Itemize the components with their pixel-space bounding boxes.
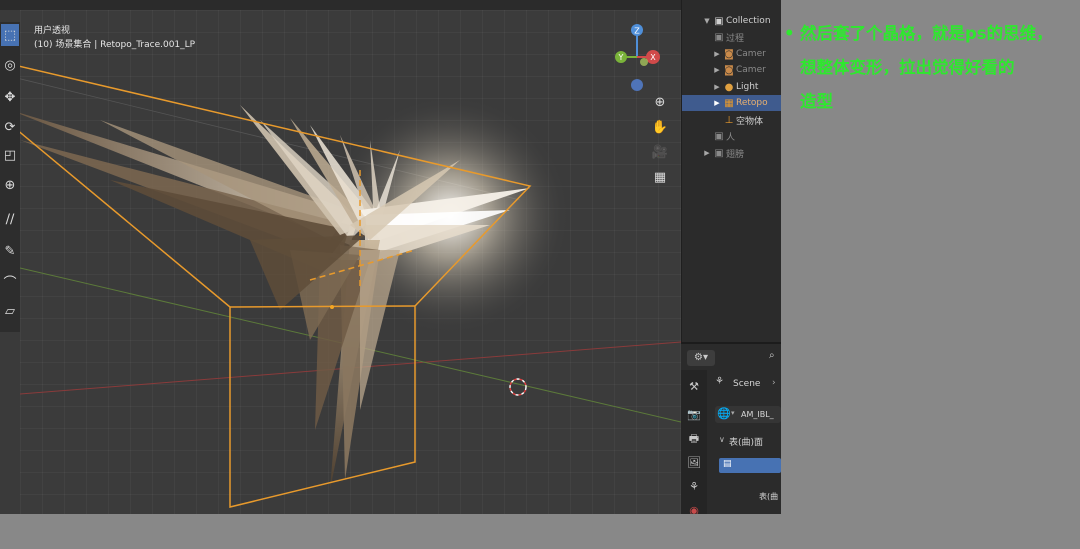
view-name: 用户透视 bbox=[34, 26, 71, 36]
expand-chevron-icon[interactable]: ▼ bbox=[702, 17, 712, 25]
outliner-item-label: 翅膀 bbox=[726, 149, 745, 160]
outliner-panel: ▼ ▣ Collection ▣ 过程 ▶ ◙ Camer ▶ ◙ Camer ▶ ● … bbox=[681, 0, 781, 342]
world-globe-icon: 🌐 bbox=[717, 407, 731, 420]
y-axis-label: Y bbox=[618, 53, 624, 62]
outliner-item-label: Camer bbox=[736, 65, 766, 75]
collection-icon: ▣ bbox=[714, 31, 724, 43]
collection-icon: ▣ bbox=[714, 130, 724, 142]
context-line: (10) 场景集合 | Retopo_Trace.001_LP bbox=[34, 40, 196, 50]
annotate-tool-icon[interactable]: ∕∕ bbox=[1, 208, 19, 230]
search-icon[interactable]: ⌕ bbox=[769, 350, 775, 361]
outliner-item-label: Collection bbox=[726, 16, 771, 26]
outliner-item-empty[interactable]: ⊥ 空物体 bbox=[682, 112, 781, 128]
collection-icon: ▣ bbox=[714, 147, 724, 159]
surface-field-label: 表(曲 bbox=[759, 492, 779, 501]
surface-node-field[interactable]: ▤ bbox=[719, 458, 781, 473]
zoom-icon[interactable]: ⊕ bbox=[651, 94, 669, 112]
outliner-item-collection[interactable]: ▼ ▣ Collection bbox=[682, 13, 781, 29]
world-selector[interactable]: 🌐 ▾ AM_IBL_ bbox=[715, 406, 781, 423]
viewport-scene: Z X Y bbox=[20, 24, 681, 508]
x-axis-label: X bbox=[650, 53, 656, 62]
collapse-chevron-icon[interactable]: ▶ bbox=[712, 83, 722, 91]
curve-tool-icon[interactable]: ⌒ bbox=[1, 270, 19, 292]
measure-tool-icon[interactable]: ✎ bbox=[1, 240, 19, 262]
dropdown-chevron-icon: ▾ bbox=[731, 409, 735, 417]
outliner-item-label: Camer bbox=[736, 49, 766, 59]
camera-object-icon: ◙ bbox=[724, 48, 734, 60]
panel-expand-chevron-icon[interactable]: ∨ bbox=[719, 435, 725, 444]
outliner-item-label: 空物体 bbox=[736, 116, 764, 127]
viewport-info: 用户透视 (10) 场景集合 | Retopo_Trace.001_LP bbox=[34, 24, 195, 52]
outliner-item-person[interactable]: ▣ 人 bbox=[682, 128, 781, 144]
camera-icon[interactable]: 🎥 bbox=[651, 144, 669, 162]
world-name: AM_IBL_ bbox=[741, 410, 774, 419]
move-tool-icon[interactable]: ✥ bbox=[1, 86, 19, 108]
hand-pan-icon[interactable]: ✋ bbox=[651, 119, 669, 137]
caption-line-1: 然后套了个晶格，就是ps的思维， bbox=[800, 24, 1053, 43]
properties-panel: ⚙▾ ⌕ ⚒ 📷 🖶 🖼 ⚘ ◉ ⚘ Scene › 🌐 ▾ AM_IBL_ ∨… bbox=[681, 342, 781, 514]
render-icon[interactable]: 📷 bbox=[685, 406, 703, 424]
scene-icon[interactable]: ⚘ bbox=[685, 478, 703, 496]
empty-axes-icon: ⊥ bbox=[724, 114, 734, 126]
scene-breadcrumb: Scene bbox=[733, 379, 761, 389]
cursor-tool-icon[interactable]: ◎ bbox=[1, 54, 19, 76]
3d-viewport[interactable]: Z X Y 用户透视 (10) 场景集合 | Retopo_Trace.001_… bbox=[20, 10, 681, 514]
output-icon[interactable]: 🖶 bbox=[685, 430, 703, 448]
outliner-item-wings[interactable]: ▶ ▣ 翅膀 bbox=[682, 145, 781, 161]
tool-settings-icon[interactable]: ⚒ bbox=[685, 378, 703, 396]
caption-line-3: 造型 bbox=[800, 92, 833, 111]
outliner-item-camera-1[interactable]: ▶ ◙ Camer bbox=[682, 46, 781, 62]
collapse-chevron-icon[interactable]: ▶ bbox=[712, 50, 722, 58]
collapse-chevron-icon[interactable]: ▶ bbox=[702, 149, 712, 157]
caption-line-2: 想整体变形，拉出觉得好看的 bbox=[800, 58, 1015, 77]
outliner-item-label: 人 bbox=[726, 132, 736, 143]
scene-small-icon: ⚘ bbox=[715, 376, 724, 387]
collapse-chevron-icon[interactable]: ▶ bbox=[712, 66, 722, 74]
collection-icon: ▣ bbox=[714, 15, 724, 27]
properties-tabs: ⚒ 📷 🖶 🖼 ⚘ ◉ bbox=[681, 370, 707, 514]
breadcrumb-chevron-icon: › bbox=[772, 378, 776, 388]
node-icon: ▤ bbox=[723, 459, 732, 469]
navigation-gizmo[interactable]: Z X Y bbox=[615, 24, 660, 91]
light-bulb-icon: ● bbox=[724, 81, 734, 93]
header-bar bbox=[0, 0, 781, 10]
surface-section-label: 表(曲)面 bbox=[729, 438, 764, 448]
rotate-tool-icon[interactable]: ⟳ bbox=[1, 116, 19, 138]
z-axis-label: Z bbox=[634, 27, 640, 36]
outliner-item-light[interactable]: ▶ ● Light bbox=[682, 79, 781, 95]
lattice-object-icon: ▦ bbox=[724, 97, 734, 109]
transform-tool-icon[interactable]: ⊕ bbox=[1, 174, 19, 196]
3d-cursor[interactable] bbox=[509, 378, 527, 396]
outliner-item-label: Retopo bbox=[736, 98, 768, 108]
outliner-item-label: 过程 bbox=[726, 33, 745, 44]
add-mesh-tool-icon[interactable]: ▱ bbox=[1, 300, 19, 322]
view-layer-icon[interactable]: 🖼 bbox=[685, 454, 703, 472]
outliner-item-label: Light bbox=[736, 82, 759, 92]
outliner-item-retopo[interactable]: ▶ ▦ Retopo bbox=[682, 95, 781, 111]
collapse-chevron-icon[interactable]: ▶ bbox=[712, 99, 722, 107]
outliner-item-camera-2[interactable]: ▶ ◙ Camer bbox=[682, 62, 781, 78]
outliner-item-process[interactable]: ▣ 过程 bbox=[682, 29, 781, 45]
select-tool-icon[interactable]: ⬚ bbox=[1, 24, 19, 46]
caption-bullet: • bbox=[784, 24, 795, 43]
object-origin bbox=[330, 305, 334, 309]
tool-shelf: ⬚ ◎ ✥ ⟳ ◰ ⊕ ∕∕ ✎ ⌒ ▱ bbox=[0, 22, 20, 332]
world-icon[interactable]: ◉ bbox=[685, 502, 703, 514]
caption-note: • 然后套了个晶格，就是ps的思维， 想整体变形，拉出觉得好看的 造型 bbox=[784, 17, 1080, 119]
blender-window: ⬚ ◎ ✥ ⟳ ◰ ⊕ ∕∕ ✎ ⌒ ▱ Z X Y 用户透视 (10) 场景集… bbox=[0, 0, 781, 514]
camera-object-icon: ◙ bbox=[724, 64, 734, 76]
neg-z-axis-ball[interactable] bbox=[631, 79, 643, 91]
scale-tool-icon[interactable]: ◰ bbox=[1, 144, 19, 166]
grid-ortho-icon[interactable]: ▦ bbox=[651, 169, 669, 187]
editor-type-icon[interactable]: ⚙▾ bbox=[687, 350, 715, 366]
